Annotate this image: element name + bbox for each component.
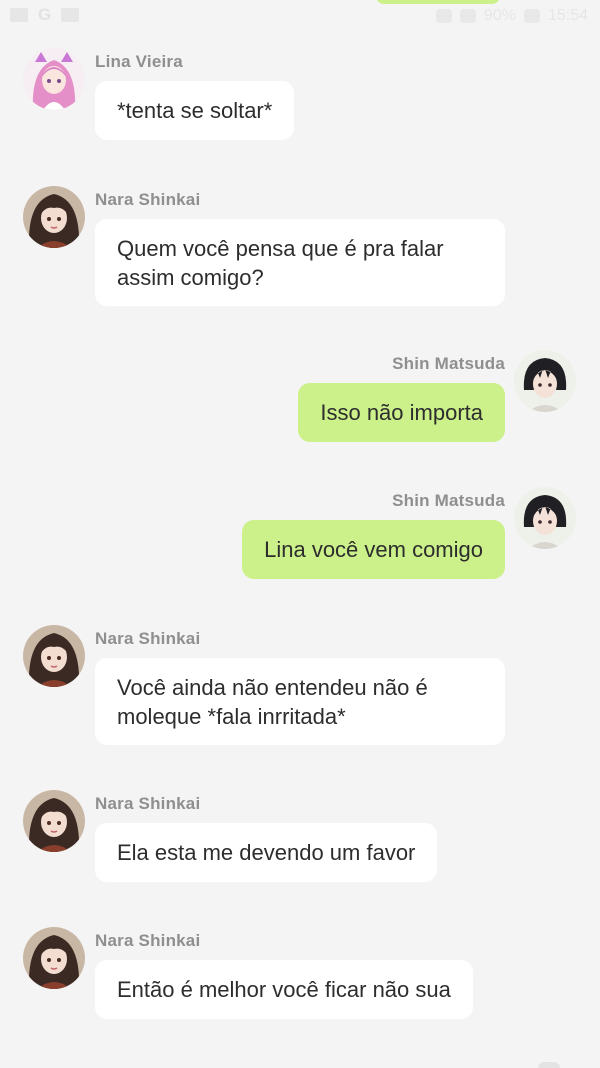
avatar[interactable] xyxy=(23,625,85,687)
avatar[interactable] xyxy=(23,927,85,989)
message-bubble[interactable]: *tenta se soltar* xyxy=(95,81,295,140)
avatar[interactable] xyxy=(514,350,576,412)
sender-name: Nara Shinkai xyxy=(95,794,201,813)
sender-name: Shin Matsuda xyxy=(392,354,505,373)
sender-name: Nara Shinkai xyxy=(95,931,201,950)
message-bubble[interactable]: Lina você vem comigo xyxy=(242,520,505,579)
dark-hair-girl-avatar-icon xyxy=(23,186,85,248)
avatar[interactable] xyxy=(23,48,85,110)
sender-name: Lina Vieira xyxy=(95,52,183,71)
dark-hair-girl-avatar-icon xyxy=(23,790,85,852)
message-text: Quem você pensa que é pra falar assim co… xyxy=(117,236,444,290)
google-icon: G xyxy=(38,5,52,24)
previous-message-bubble[interactable] xyxy=(376,0,500,4)
sender-name: Nara Shinkai xyxy=(95,190,201,209)
wifi-icon xyxy=(459,9,476,23)
dark-hair-boy-avatar-icon xyxy=(514,487,576,549)
avatar[interactable] xyxy=(23,790,85,852)
mute-icon xyxy=(435,9,452,23)
sender-name: Nara Shinkai xyxy=(95,629,201,648)
battery-icon xyxy=(523,9,540,23)
avatar[interactable] xyxy=(514,487,576,549)
message-bubble[interactable]: Quem você pensa que é pra falar assim co… xyxy=(95,219,505,306)
dark-hair-boy-avatar-icon xyxy=(514,350,576,412)
message-text: Isso não importa xyxy=(320,400,483,425)
message-text: *tenta se soltar* xyxy=(117,98,273,123)
next-avatar-edge xyxy=(538,1062,560,1068)
sender-name: Shin Matsuda xyxy=(392,491,505,510)
clock: 15:54 xyxy=(547,7,588,24)
dark-hair-girl-avatar-icon xyxy=(23,625,85,687)
battery-percent: 90% xyxy=(483,7,516,24)
status-bar: G 90% 15:54 xyxy=(0,0,600,32)
message-bubble[interactable]: Você ainda não entendeu não é moleque *f… xyxy=(95,658,505,745)
dark-hair-girl-avatar-icon xyxy=(23,927,85,989)
system-icons: 90% 15:54 xyxy=(435,7,588,25)
notification-icons: G xyxy=(10,5,80,24)
message-bubble[interactable]: Ela esta me devendo um favor xyxy=(95,823,438,882)
pink-hair-avatar-icon xyxy=(23,48,85,110)
message-bubble[interactable]: Isso não importa xyxy=(298,383,505,442)
avatar[interactable] xyxy=(23,186,85,248)
hd-icon xyxy=(61,8,80,22)
gallery-icon xyxy=(10,8,28,22)
message-text: Então é melhor você ficar não sua xyxy=(117,977,451,1002)
message-text: Lina você vem comigo xyxy=(264,537,483,562)
message-text: Você ainda não entendeu não é moleque *f… xyxy=(117,675,428,729)
message-text: Ela esta me devendo um favor xyxy=(117,840,416,865)
message-bubble[interactable]: Então é melhor você ficar não sua xyxy=(95,960,473,1019)
